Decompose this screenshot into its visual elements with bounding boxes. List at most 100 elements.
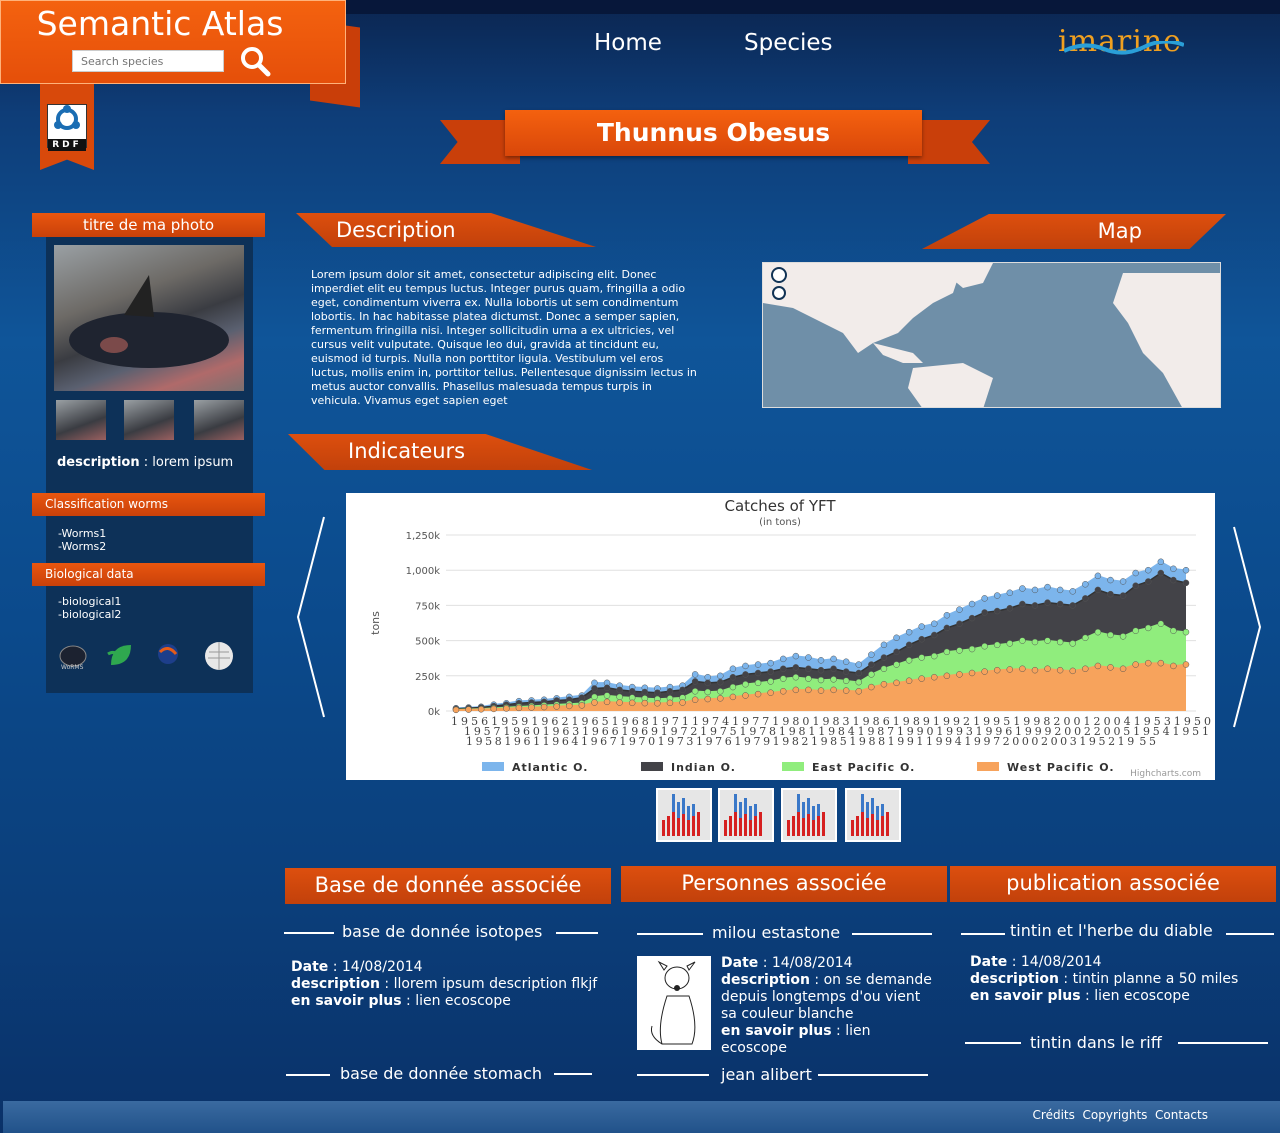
chart-point[interactable] [1094, 586, 1102, 594]
chart-point[interactable] [603, 698, 611, 706]
chart-point[interactable] [1094, 628, 1102, 636]
chart-point[interactable] [691, 696, 699, 703]
chart-point[interactable] [792, 652, 800, 660]
chart-point[interactable] [792, 664, 800, 671]
chart-point[interactable] [1094, 662, 1102, 670]
chart-point[interactable] [981, 668, 988, 675]
chart-point[interactable] [1019, 637, 1026, 644]
chart-point[interactable] [591, 699, 598, 706]
map-zoom-control-icon[interactable] [769, 265, 789, 305]
chart-point[interactable] [805, 654, 812, 661]
chart-point[interactable] [742, 692, 749, 699]
chart-point[interactable] [956, 620, 963, 627]
chart-point[interactable] [616, 686, 623, 694]
chart-point[interactable] [956, 606, 963, 613]
chart-point[interactable] [905, 657, 913, 664]
footer-copyrights-link[interactable]: Copyrights [1083, 1108, 1148, 1122]
chart-point[interactable] [1006, 666, 1014, 673]
chart-point[interactable] [779, 655, 787, 663]
chart-point[interactable] [578, 694, 586, 701]
chart-point[interactable] [893, 634, 900, 642]
chart-point[interactable] [880, 680, 888, 688]
chart-point[interactable] [666, 688, 674, 695]
chart-point[interactable] [1144, 659, 1152, 667]
chart-point[interactable] [1019, 585, 1026, 592]
chart-point[interactable] [528, 704, 535, 711]
chart-point[interactable] [1056, 666, 1064, 674]
chart-point[interactable] [1044, 599, 1051, 606]
chart-point[interactable] [704, 679, 711, 687]
chart-point[interactable] [1144, 566, 1152, 574]
chart-point[interactable] [1082, 665, 1089, 673]
chart-point[interactable] [968, 600, 976, 608]
chart-point[interactable] [779, 665, 787, 673]
chart-point[interactable] [931, 631, 938, 639]
rdf-icon[interactable]: RDF [47, 104, 87, 151]
chart-point[interactable] [918, 623, 925, 630]
chart-point[interactable] [779, 675, 787, 682]
chart-point[interactable] [1069, 602, 1076, 609]
chart-point[interactable] [742, 680, 749, 688]
chart-point[interactable] [654, 700, 661, 707]
chart-point[interactable] [717, 672, 724, 680]
chart-legend-label[interactable]: Atlantic O. [512, 761, 588, 774]
chart-point[interactable] [767, 678, 774, 685]
chart-point[interactable] [1082, 581, 1089, 588]
chart-point[interactable] [754, 661, 762, 668]
chart-point[interactable] [1132, 582, 1139, 589]
chart-point[interactable] [654, 689, 661, 696]
chart-point[interactable] [704, 688, 711, 696]
chart-point[interactable] [1170, 576, 1177, 584]
app-title[interactable]: Semantic Atlas [0, 4, 320, 43]
chart-point[interactable] [729, 693, 737, 701]
chart-point[interactable] [767, 689, 774, 696]
photo-thumb[interactable] [124, 400, 174, 440]
biological-item[interactable]: -biological2 [58, 608, 121, 621]
chart-legend-label[interactable]: West Pacific O. [1007, 761, 1115, 774]
chart-point[interactable] [842, 687, 850, 694]
chart-point[interactable] [1119, 578, 1127, 585]
chart-point[interactable] [805, 665, 812, 673]
chart-point[interactable] [477, 706, 485, 713]
chart-point[interactable] [540, 703, 548, 711]
chart-point[interactable] [855, 678, 863, 686]
chart-point[interactable] [943, 624, 951, 632]
chart-point[interactable] [817, 657, 825, 664]
chart-point[interactable] [981, 642, 988, 650]
chart-point[interactable] [968, 669, 976, 677]
chart-point[interactable] [1019, 665, 1026, 673]
chart-point[interactable] [893, 679, 900, 687]
chart-point[interactable] [905, 641, 913, 649]
footer-credits-link[interactable]: Crédits [1033, 1108, 1075, 1122]
chart-point[interactable] [993, 641, 1001, 649]
chart-point[interactable] [754, 690, 762, 698]
database-item-title[interactable]: base de donnée isotopes [342, 922, 542, 941]
chart-point[interactable] [603, 684, 611, 692]
chart-point[interactable] [1006, 640, 1014, 647]
chart-point[interactable] [931, 620, 938, 627]
chart-point[interactable] [591, 693, 598, 701]
chart-point[interactable] [704, 673, 711, 681]
chart-point[interactable] [591, 685, 598, 692]
chart-point[interactable] [993, 666, 1001, 674]
chart-point[interactable] [905, 677, 913, 684]
chart-point[interactable] [880, 665, 888, 673]
carousel-prev-arrow[interactable] [294, 515, 328, 719]
chart-point[interactable] [691, 688, 699, 695]
nav-species[interactable]: Species [744, 30, 833, 56]
wikipedia-icon[interactable] [203, 640, 235, 672]
publication-item-title[interactable]: tintin et l'herbe du diable [1010, 921, 1213, 940]
chart-point[interactable] [1107, 576, 1114, 584]
chart-point[interactable] [1119, 633, 1127, 640]
chart-point[interactable] [993, 607, 1001, 615]
chart-point[interactable] [691, 671, 699, 678]
chart-point[interactable] [603, 692, 611, 699]
chart-point[interactable] [717, 678, 724, 686]
chart-point[interactable] [931, 673, 938, 681]
chart-point[interactable] [1182, 628, 1190, 636]
chart-point[interactable] [792, 673, 800, 681]
chart-point[interactable] [830, 655, 837, 663]
search-icon[interactable] [238, 44, 272, 78]
chart-point[interactable] [1069, 667, 1076, 675]
chart-legend-label[interactable]: Indian O. [671, 761, 736, 774]
